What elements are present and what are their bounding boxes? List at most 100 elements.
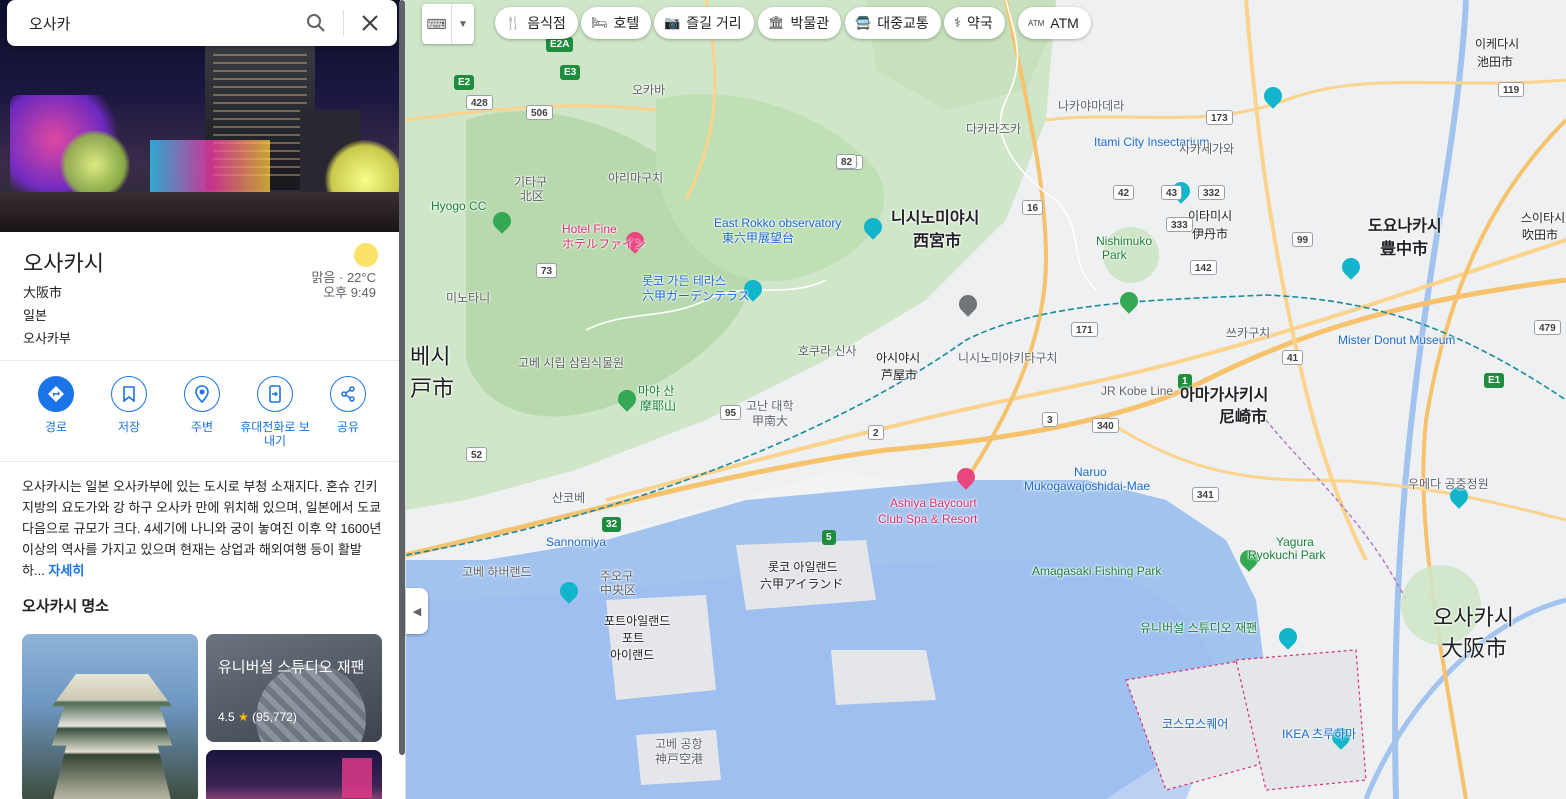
city-label-kobe-jp: 戸市 (410, 376, 455, 401)
poi-hyogo-cc[interactable]: Hyogo CC (431, 200, 486, 213)
city-label-amagasaki: 아마가사키시 (1180, 387, 1269, 404)
place-description: 오사카시는 일본 오사카부에 있는 도시로 부청 소재지다. 혼슈 긴키 지방의… (22, 476, 382, 581)
chip-things-to-do[interactable]: 📷 즐길 거리 (654, 7, 754, 39)
send-to-phone-icon (257, 376, 293, 412)
station-sakasegawa[interactable]: 사카세가와 (1179, 143, 1234, 156)
more-link[interactable]: 자세히 (48, 563, 84, 578)
poi-hotel-fine[interactable]: Hotel Fine (562, 223, 617, 236)
local-time: 오후 9:49 (323, 285, 376, 300)
route-shield: 16 (1022, 200, 1044, 215)
chevron-down-icon[interactable]: ▼ (452, 19, 474, 30)
museum-icon: 🏛 (768, 15, 785, 30)
panel-scrollbar[interactable] (399, 0, 405, 755)
poi-ikea[interactable]: IKEA 츠루하마 (1282, 728, 1356, 741)
chip-restaurants[interactable]: 🍴 음식점 (495, 7, 578, 39)
station-minotani[interactable]: 미노타니 (446, 292, 490, 305)
map-base (406, 0, 1566, 799)
chip-transit[interactable]: 🚍 대중교통 (845, 7, 941, 39)
poi-amagasaki-fishing[interactable]: Amagasaki Fishing Park (1032, 565, 1161, 578)
attraction-rating: 4.5 ★ (95,772) (218, 710, 297, 724)
input-tools-button[interactable]: ⌨ ▼ (422, 4, 474, 44)
poi-kobe-sita[interactable]: 고베 시립 삼림식물원 (518, 357, 624, 370)
attraction-card-night[interactable] (206, 750, 382, 799)
station-nakayamadera[interactable]: 나카야마데라 (1058, 100, 1124, 113)
search-icon[interactable] (305, 12, 327, 34)
city-label-ashiya-jp: 芦屋市 (881, 368, 918, 382)
poi-east-rokko[interactable]: East Rokko observatory (714, 217, 841, 230)
poi-usj[interactable]: 유니버설 스튜디오 재팬 (1140, 622, 1257, 635)
station-sannomiya[interactable]: Sannomiya (546, 536, 606, 549)
chip-hotels[interactable]: 🛏 호텔 (581, 7, 652, 39)
city-label-ikeda: 이케다시 (1475, 37, 1520, 51)
nearby-button[interactable]: 주변 (165, 376, 239, 434)
poi-ryokuchi: Ryokuchi Park (1248, 548, 1326, 562)
station-kosmo[interactable]: 코스모스퀘어 (1162, 718, 1228, 731)
district-chuo: 주오구 (600, 569, 634, 583)
star-icon: ★ (238, 710, 249, 724)
chip-label: 호텔 (613, 15, 640, 31)
poi-rokko-garden-jp: 六甲ガーデンテラス (642, 289, 750, 303)
collapse-panel-button[interactable]: ◀ (406, 588, 428, 634)
route-shield: 3 (1042, 412, 1058, 427)
place-prefecture: 오사카부 (23, 331, 71, 346)
chip-label: 약국 (967, 15, 993, 31)
station-okaba[interactable]: 오카바 (632, 84, 665, 97)
attraction-card-castle[interactable] (22, 634, 198, 799)
search-input[interactable] (29, 14, 299, 32)
close-icon[interactable] (359, 12, 381, 34)
station-arima[interactable]: 아리마구치 (608, 172, 663, 185)
poi-rokko-island-jp: 六甲アイランド (760, 577, 844, 591)
share-button[interactable]: 공유 (311, 376, 385, 434)
attraction-card-usj[interactable]: 유니버설 스튜디오 재팬 4.5 ★ (95,772) (206, 634, 382, 742)
send-to-phone-label: 휴대전화로 보내기 (240, 420, 310, 448)
station-tsukaguchi[interactable]: 쓰카구치 (1226, 327, 1270, 340)
station-takarazuka[interactable]: 다카라즈카 (966, 123, 1021, 136)
poi-kobe-harborland[interactable]: 고베 하버랜드 (462, 566, 532, 579)
route-shield: 95 (720, 405, 742, 420)
poi-konan[interactable]: 고난 대학 (746, 400, 794, 413)
poi-umeda[interactable]: 우메다 공중정원 (1408, 478, 1489, 491)
district-kitaku: 기타구 (514, 175, 548, 189)
route-shield: 99 (1292, 232, 1314, 247)
place-native-name: 大阪市 (23, 285, 63, 300)
chip-label: 박물관 (790, 15, 830, 31)
station-naruo[interactable]: Naruo (1074, 466, 1107, 479)
poi-maya-jp: 摩耶山 (640, 399, 677, 413)
chip-museums[interactable]: 🏛 박물관 (758, 7, 842, 39)
route-shield: 119 (1498, 82, 1525, 97)
atm-icon: ATM (1028, 18, 1045, 28)
route-shield: 142 (1190, 260, 1217, 275)
poi-maya[interactable]: 마야 산 (638, 385, 674, 398)
directions-button[interactable]: 경로 (19, 376, 93, 434)
city-label-osaka: 오사카시 (1433, 605, 1514, 630)
poi-nishimuko[interactable]: Nishimuko (1096, 235, 1152, 248)
poi-mister-donut[interactable]: Mister Donut Museum (1338, 334, 1455, 347)
chip-label: 음식점 (527, 15, 566, 31)
city-label-nishinomiya-jp: 西宮市 (913, 233, 962, 250)
chip-label: ATM (1050, 15, 1079, 31)
review-count: (95,772) (252, 710, 297, 724)
chip-pharmacy[interactable]: ⚕ 약국 (944, 7, 1005, 39)
divider (0, 461, 400, 462)
save-button[interactable]: 저장 (92, 376, 166, 434)
pharmacy-icon: ⚕ (954, 15, 962, 30)
city-label-amagasaki-jp: 尼崎市 (1219, 409, 1268, 426)
route-shield: 171 (1071, 322, 1098, 337)
poi-ashiya-baycourt[interactable]: Ashiya Baycourt (890, 497, 977, 510)
poi-port-island-2: 포트 (622, 631, 645, 645)
route-shield: 32 (602, 517, 622, 532)
station-shin-kobe[interactable]: 산코베 (552, 492, 585, 505)
share-label: 공유 (336, 420, 360, 434)
map-canvas[interactable]: 428 176 82 506 2 43 171 42 41 3 5 1 32 9… (406, 0, 1566, 799)
station-mukogawa[interactable]: Mukogawajoshidai-Mae (1024, 480, 1150, 493)
poi-rokko-garden[interactable]: 롯코 가든 테라스 (642, 275, 726, 288)
chip-label: 대중교통 (877, 15, 929, 31)
station-nishinomiya-kitaguchi[interactable]: 니시노미야키타구치 (958, 352, 1057, 365)
send-to-phone-button[interactable]: 휴대전화로 보내기 (238, 376, 312, 448)
route-shield: 506 (526, 105, 553, 120)
chip-atm[interactable]: ATM ATM (1018, 7, 1091, 39)
poi-port-island: 포트아일랜드 (604, 614, 671, 628)
poi-kobe-airport[interactable]: 고베 공항 (655, 738, 703, 751)
district-chuo-jp: 中央区 (600, 583, 637, 597)
poi-hokura[interactable]: 호쿠라 신사 (798, 345, 857, 358)
